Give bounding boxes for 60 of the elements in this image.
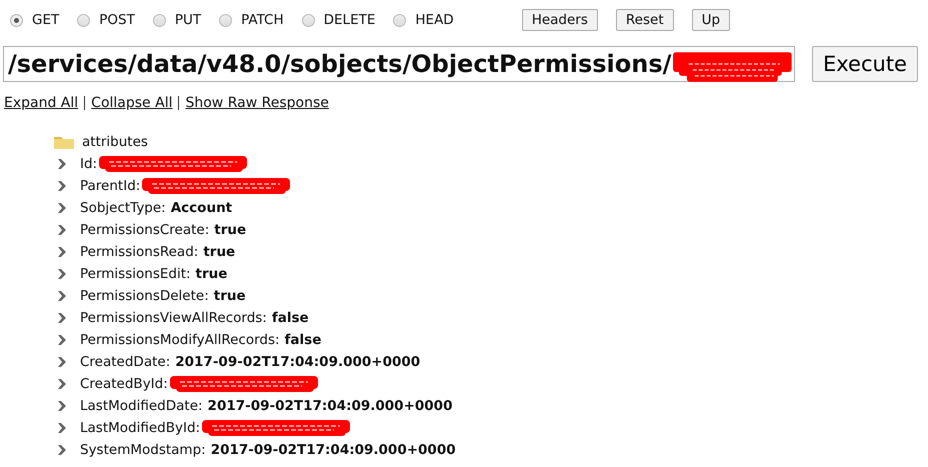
bullet-icon	[58, 181, 66, 191]
field-label: SobjectType:	[80, 200, 166, 216]
field-label: SystemModstamp:	[80, 442, 206, 458]
bullet-icon	[58, 313, 66, 323]
radio-button[interactable]	[393, 14, 406, 26]
link[interactable]: Expand All	[4, 95, 78, 111]
field-value: false	[284, 332, 322, 348]
field-label: LastModifiedById:	[80, 420, 200, 436]
bullet-icon	[58, 247, 66, 257]
method-label: POST	[99, 12, 135, 28]
folder-icon[interactable]	[54, 135, 74, 149]
radio-button[interactable]	[77, 14, 90, 26]
bullet-icon	[58, 401, 66, 411]
url-field[interactable]: /services/data/v48.0/sobjects/ObjectPermissions/	[3, 46, 795, 82]
field-label: PermissionsDelete:	[80, 288, 209, 304]
bullet-icon	[58, 445, 66, 455]
bullet-icon	[58, 379, 66, 389]
toolbar-button[interactable]: Reset	[616, 9, 674, 31]
link[interactable]: Show Raw Response	[185, 95, 329, 111]
bullet-icon	[58, 203, 66, 213]
bullet-icon	[58, 225, 66, 235]
bullet-icon	[58, 335, 66, 345]
field-label: PermissionsModifyAllRecords:	[80, 332, 280, 348]
radio-button[interactable]	[219, 14, 232, 26]
method-label: PUT	[174, 12, 202, 28]
bullet-icon	[58, 291, 66, 301]
bullet-icon	[58, 423, 66, 433]
toolbar-button[interactable]: Headers	[522, 9, 598, 31]
radio-button[interactable]	[302, 14, 315, 26]
field-label: LastModifiedDate:	[80, 398, 203, 414]
field-value: 2017-09-02T17:04:09.000+0000	[208, 398, 452, 414]
field-label: PermissionsEdit:	[80, 266, 191, 282]
field-label: Id:	[80, 156, 98, 172]
bullet-icon	[58, 357, 66, 367]
field-value: true	[214, 222, 246, 238]
method-label: DELETE	[324, 12, 376, 28]
node-label: attributes	[82, 134, 148, 150]
bullet-icon	[58, 269, 66, 279]
field-label: CreatedById:	[80, 376, 168, 392]
method-label: HEAD	[415, 12, 454, 28]
field-label: ParentId:	[80, 178, 140, 194]
field-value: 2017-09-02T17:04:09.000+0000	[210, 442, 456, 458]
method-label: GET	[32, 12, 60, 28]
bullet-icon	[58, 159, 66, 169]
radio-button[interactable]	[10, 14, 23, 26]
method-label: PATCH	[241, 12, 284, 28]
field-label: CreatedDate:	[80, 354, 170, 370]
field-value: Account	[170, 200, 232, 216]
link[interactable]: Collapse All	[91, 95, 172, 111]
field-value: true	[196, 266, 228, 282]
field-value: 2017-09-02T17:04:09.000+0000	[175, 354, 420, 370]
field-value: false	[272, 310, 309, 326]
toolbar-button[interactable]: Up	[692, 9, 730, 31]
field-label: PermissionsCreate:	[80, 222, 210, 238]
execute-button[interactable]: Execute	[812, 46, 918, 82]
radio-button[interactable]	[152, 14, 166, 26]
field-label: PermissionsViewAllRecords:	[80, 310, 267, 326]
field-label: PermissionsRead:	[80, 244, 198, 260]
field-value: true	[203, 244, 236, 260]
field-value: true	[214, 288, 246, 304]
